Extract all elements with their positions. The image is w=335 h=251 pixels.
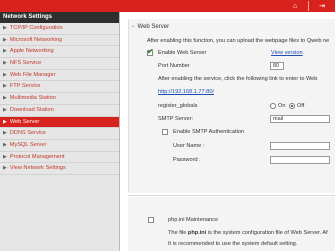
chevron-right-icon: ▶ xyxy=(3,83,7,90)
sidebar-item-label: MySQL Server xyxy=(9,141,47,148)
sidebar-item-label: Microsoft Networking xyxy=(9,36,63,43)
port-number-label: Port Number xyxy=(158,63,190,69)
home-icon[interactable]: ⌂ xyxy=(282,3,308,10)
chevron-right-icon: ▶ xyxy=(3,130,7,137)
server-url-link[interactable]: http://192.168.1.77:80/ xyxy=(158,89,214,95)
web-server-panel: − Web Server After enabling this function… xyxy=(128,19,335,193)
chevron-right-icon: ▶ xyxy=(3,36,7,43)
section-divider xyxy=(128,195,335,196)
enable-web-server-checkbox[interactable] xyxy=(147,47,154,56)
chevron-right-icon: ▶ xyxy=(3,25,7,31)
sidebar-item-label: View Network Settings xyxy=(9,165,66,172)
sidebar-item-ftp-service[interactable]: ▶ FTP Service xyxy=(0,81,119,94)
section-title: Web Server xyxy=(137,24,170,30)
php-ini-line2: It is recommended to use the system defa… xyxy=(168,241,298,247)
password-input[interactable] xyxy=(270,156,330,164)
chevron-right-icon: ▶ xyxy=(3,165,7,172)
chevron-right-icon: ▶ xyxy=(3,48,7,55)
register-globals-on-label: On xyxy=(278,103,286,109)
collapse-icon[interactable]: − xyxy=(131,24,135,30)
password-label: Password : xyxy=(173,157,201,163)
top-bar: ⌂ ⇥ xyxy=(0,0,335,12)
sidebar-item-web-file-manager[interactable]: ▶ Web File Manager xyxy=(0,70,119,82)
sidebar-item-label: Web File Manager xyxy=(9,71,56,78)
sidebar-item-label: FTP Service xyxy=(9,83,41,90)
sidebar-item-microsoft-networking[interactable]: ▶ Microsoft Networking xyxy=(0,35,119,47)
register-globals-on-radio[interactable] xyxy=(270,103,276,109)
sidebar-item-nfs-service[interactable]: ▶ NFS Service xyxy=(0,58,119,70)
sidebar-item-label: Download Station xyxy=(9,106,54,113)
chevron-right-icon: ▶ xyxy=(3,71,7,78)
sidebar-item-view-network-settings[interactable]: ▶ View Network Settings xyxy=(0,163,119,175)
enable-web-server-label: Enable Web Server xyxy=(158,50,207,56)
sidebar-item-label: DDNS Service xyxy=(9,130,46,137)
sidebar-item-tcp-ip-configuration[interactable]: ▶ TCP/IP Configuration xyxy=(0,23,119,35)
sidebar-item-apple-networking[interactable]: ▶ Apple Networking xyxy=(0,46,119,59)
chevron-right-icon: ▶ xyxy=(3,60,7,67)
username-input[interactable] xyxy=(270,142,330,150)
smtp-auth-checkbox[interactable] xyxy=(162,129,168,135)
chevron-right-icon: ▶ xyxy=(3,106,7,113)
register-globals-label: register_globals xyxy=(158,103,198,109)
sidebar-title: Network Settings xyxy=(0,12,119,23)
main-content: − Web Server After enabling this function… xyxy=(120,12,335,251)
smtp-auth-label: Enable SMTP Authentication xyxy=(173,129,245,135)
chevron-right-icon: ▶ xyxy=(3,141,7,148)
php-ini-checkbox[interactable] xyxy=(148,217,154,223)
view-version-link[interactable]: View version xyxy=(271,50,303,56)
sidebar-item-web-server[interactable]: ▶ Web Server xyxy=(0,116,119,129)
username-label: User Name : xyxy=(173,143,205,149)
sidebar-item-protocol-management[interactable]: ▶ Protocol Management xyxy=(0,152,119,164)
php-ini-line1-prefix: The file xyxy=(168,230,188,236)
sidebar-item-download-station[interactable]: ▶ Download Station xyxy=(0,105,119,117)
sidebar-item-label: Apple Networking xyxy=(9,48,54,55)
sidebar-item-label: Multimedia Station xyxy=(9,95,56,102)
section-header[interactable]: − Web Server xyxy=(131,24,169,30)
smtp-server-label: SMTP Server: xyxy=(158,116,194,122)
port-number-input[interactable]: 80 xyxy=(270,62,284,70)
sidebar-item-label: NFS Service xyxy=(9,60,42,67)
sidebar: Network Settings ▶ TCP/IP Configuration ▶ M… xyxy=(0,12,120,251)
chevron-right-icon: ▶ xyxy=(3,95,7,102)
sidebar-item-ddns-service[interactable]: ▶ DDNS Service xyxy=(0,128,119,140)
sidebar-item-label: Web Server xyxy=(9,118,40,125)
register-globals-off-radio[interactable] xyxy=(289,103,295,109)
php-ini-filename: php.ini xyxy=(187,230,207,236)
intro-text: After enabling this function, you can up… xyxy=(147,38,330,44)
sidebar-list: ▶ TCP/IP Configuration ▶ Microsoft Networki… xyxy=(0,23,119,175)
top-icons: ⌂ ⇥ xyxy=(282,0,335,12)
php-ini-panel: php.ini Maintenance The file php.ini is … xyxy=(128,197,335,251)
register-globals-off-label: Off xyxy=(297,103,305,109)
sidebar-item-multimedia-station[interactable]: ▶ Multimedia Station xyxy=(0,93,119,105)
php-ini-line1: The file php.ini is the system configura… xyxy=(168,230,328,236)
sidebar-item-mysql-server[interactable]: ▶ MySQL Server xyxy=(0,140,119,152)
chevron-right-icon: ▶ xyxy=(3,153,7,160)
sidebar-item-label: TCP/IP Configuration xyxy=(9,25,63,31)
smtp-server-input[interactable]: mail xyxy=(270,115,330,123)
chevron-right-icon: ▶ xyxy=(3,118,7,125)
php-ini-title: php.ini Maintenance xyxy=(168,217,219,223)
logout-icon[interactable]: ⇥ xyxy=(309,2,335,10)
after-enable-text: After enabling the service, click the fo… xyxy=(158,76,318,82)
php-ini-line1-suffix: is the system configuration file of Web … xyxy=(206,230,328,236)
sidebar-item-label: Protocol Management xyxy=(9,153,65,160)
